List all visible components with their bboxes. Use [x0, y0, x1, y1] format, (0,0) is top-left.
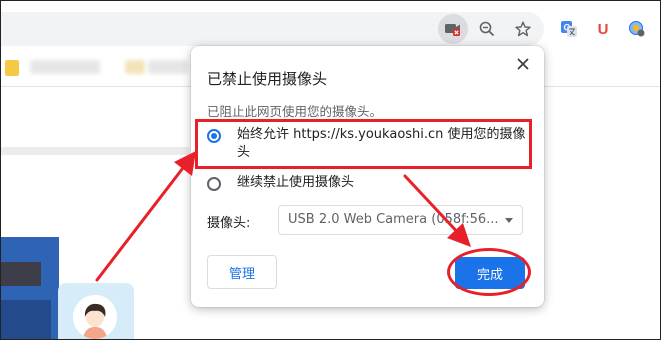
extension-icon[interactable] [622, 14, 652, 44]
radio-block-label: 继续禁止使用摄像头 [237, 175, 355, 190]
page-card-detail [1, 300, 51, 340]
close-icon [517, 58, 529, 70]
star-icon[interactable] [508, 14, 538, 44]
bookmark-item[interactable] [148, 60, 188, 74]
popup-title: 已禁止使用摄像头 [207, 70, 328, 88]
radio-block-option[interactable]: 继续禁止使用摄像头 [207, 174, 533, 192]
bookmark-folder-icon[interactable] [5, 60, 19, 76]
radio-button[interactable] [207, 177, 221, 191]
zoom-icon[interactable] [472, 14, 502, 44]
page-card-detail [1, 262, 41, 286]
page-divider [1, 147, 189, 155]
bookmark-item[interactable] [125, 60, 145, 74]
chevron-down-icon [505, 218, 513, 223]
bookmark-item[interactable] [30, 60, 100, 74]
translate-icon[interactable]: G [554, 14, 584, 44]
u-extension-icon[interactable]: U [588, 14, 618, 44]
camera-blocked-icon[interactable] [438, 14, 468, 44]
camera-select[interactable]: USB 2.0 Web Camera (058f:56... [278, 205, 523, 235]
popup-description: 已阻止此网页使用您的摄像头。 [207, 104, 383, 119]
close-button[interactable] [513, 54, 533, 74]
annotation-highlight-box [195, 119, 532, 169]
avatar-icon [73, 295, 117, 339]
camera-select-value: USB 2.0 Web Camera (058f:56... [288, 212, 499, 227]
annotation-highlight-ellipse [447, 248, 531, 296]
camera-label: 摄像头: [207, 216, 251, 231]
manage-button[interactable]: 管理 [207, 255, 277, 289]
